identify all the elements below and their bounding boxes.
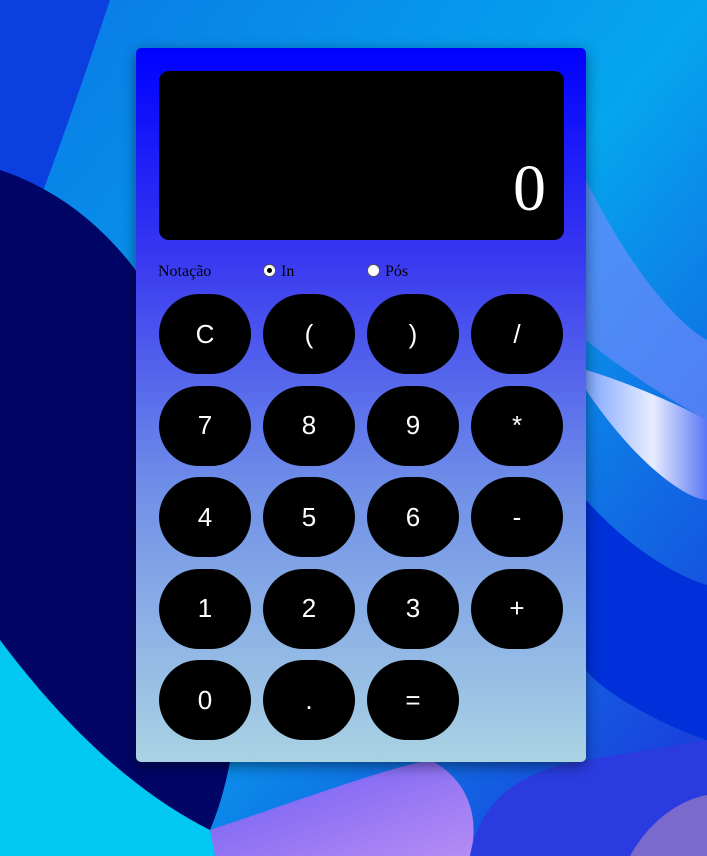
key-clear[interactable]: C — [159, 294, 251, 374]
calculator-display: 0 — [159, 71, 564, 240]
keypad: C ( ) / 7 8 9 * 4 5 6 - 1 2 3 + 0 . = — [159, 294, 569, 740]
notation-selector: Notação In Pós — [158, 260, 568, 282]
notation-label: Notação — [158, 263, 212, 280]
radio-in[interactable] — [263, 263, 276, 277]
key-multiply[interactable]: * — [471, 385, 563, 466]
key-6[interactable]: 6 — [367, 477, 459, 557]
key-close-paren[interactable]: ) — [367, 294, 459, 374]
key-5[interactable]: 5 — [263, 477, 355, 557]
key-3[interactable]: 3 — [367, 568, 459, 649]
notation-option-pos[interactable]: Pós — [367, 260, 408, 281]
key-decimal[interactable]: . — [263, 660, 355, 740]
key-7[interactable]: 7 — [159, 385, 251, 466]
key-0[interactable]: 0 — [159, 660, 251, 740]
key-9[interactable]: 9 — [367, 385, 459, 466]
key-open-paren[interactable]: ( — [263, 294, 355, 374]
key-2[interactable]: 2 — [263, 568, 355, 649]
radio-in-label[interactable]: In — [281, 263, 294, 281]
key-divide[interactable]: / — [471, 294, 563, 374]
display-value: 0 — [513, 152, 546, 225]
key-8[interactable]: 8 — [263, 385, 355, 466]
notation-option-in[interactable]: In — [263, 260, 294, 281]
radio-pos[interactable] — [367, 263, 380, 277]
radio-pos-label[interactable]: Pós — [385, 263, 408, 281]
key-subtract[interactable]: - — [471, 477, 563, 557]
key-add[interactable]: + — [471, 568, 563, 649]
calculator-window: 0 Notação In Pós C ( ) / 7 8 9 * 4 5 6 -… — [136, 48, 586, 762]
key-4[interactable]: 4 — [159, 477, 251, 557]
key-1[interactable]: 1 — [159, 568, 251, 649]
key-equals[interactable]: = — [367, 660, 459, 740]
